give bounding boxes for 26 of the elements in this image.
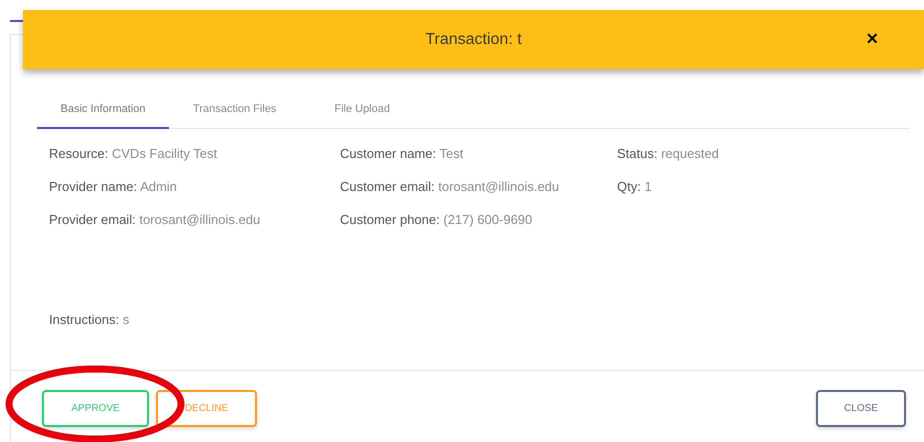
field-label: Customer email: (340, 179, 435, 194)
tab[interactable]: Basic Information (37, 103, 169, 129)
close-button[interactable]: CLOSE (816, 390, 906, 426)
field-value: s (122, 312, 130, 327)
field-value: torosant@illinois.edu (438, 179, 560, 194)
dialog-title: Transaction: t (425, 30, 522, 48)
field-label: Qty: (617, 179, 641, 194)
field-value: (217) 600-9690 (443, 212, 532, 227)
field-label: Resource: (49, 146, 108, 161)
decline-button[interactable]: DECLINE (156, 390, 257, 426)
field-label: Customer name: (340, 146, 436, 161)
field-value: CVDs Facility Test (112, 146, 218, 161)
field-value: 1 (644, 179, 652, 194)
tab[interactable]: File Upload (334, 103, 390, 129)
field-label: Provider email: (49, 212, 136, 227)
field-value: Test (439, 146, 464, 161)
field-value: Admin (140, 179, 177, 194)
field-label: Status: (617, 146, 658, 161)
field-value: torosant@illinois.edu (139, 212, 260, 227)
tab[interactable]: Transaction Files (193, 103, 276, 129)
field-label: Provider name: (49, 179, 138, 194)
approve-button[interactable]: APPROVE (42, 390, 149, 426)
field-value: requested (661, 146, 719, 161)
close-button[interactable]: × (862, 28, 882, 50)
field-label: Instructions: (49, 312, 120, 327)
field-label: Customer phone: (340, 212, 440, 227)
